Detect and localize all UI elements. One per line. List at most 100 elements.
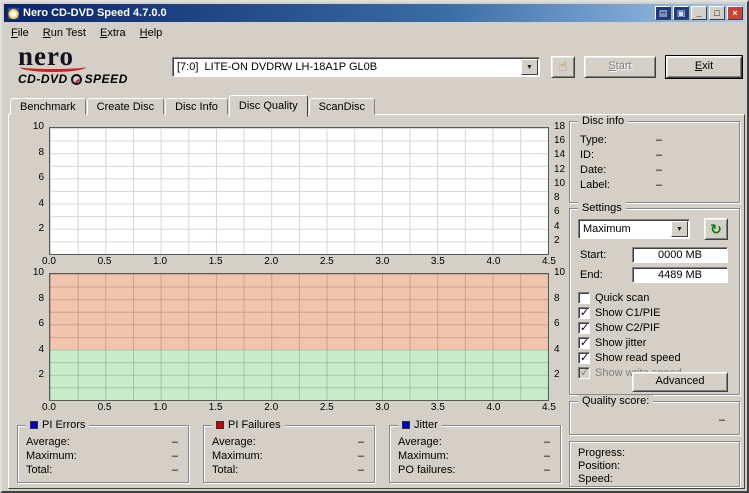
menu-run-test[interactable]: Run Test <box>36 25 93 41</box>
pie-maximum-value: – <box>172 450 178 462</box>
progress-label: Progress: <box>578 447 625 459</box>
jitter-average-value: – <box>544 436 550 448</box>
disc-quality-page: 108642 18161412108642 0.00.51.01.52.02.5… <box>8 114 745 489</box>
pif-total-value: – <box>358 464 364 476</box>
quality-score-title: Quality score: <box>578 395 653 407</box>
start-mb-field[interactable]: 0000 MB <box>632 247 728 263</box>
autostart-hand-button[interactable]: ☝ <box>551 56 575 78</box>
pie-maximum-label: Maximum: <box>26 450 77 462</box>
jitter-title: Jitter <box>414 419 438 431</box>
pi-failures-color-icon <box>216 421 224 429</box>
progress-group: Progress: Position: Speed: <box>569 441 740 487</box>
disc-type-label: Type: <box>580 134 607 146</box>
speed-mode-value: Maximum <box>583 223 631 235</box>
titlebar: Nero CD-DVD Speed 4.7.0.0 ▤ ▣ _ □ × <box>4 4 745 22</box>
pi-failures-title: PI Failures <box>228 419 281 431</box>
refresh-icon: ↻ <box>710 221 722 237</box>
drive-selector[interactable]: [7:0] LITE-ON DVDRW LH-18A1P GL0B ▼ <box>172 57 540 77</box>
show-c2-pif-checkbox[interactable]: Show C2/PIF <box>578 321 660 335</box>
checkbox-icon <box>578 307 590 319</box>
po-failures-label: PO failures: <box>398 464 455 476</box>
ime-pad-icon[interactable]: ▣ <box>673 6 689 20</box>
pi-errors-color-icon <box>30 421 38 429</box>
quality-score-value: – <box>719 414 725 426</box>
end-mb-field[interactable]: 4489 MB <box>632 267 728 283</box>
error-chart-left-axis: 108642 <box>17 127 49 255</box>
tab-scandisc[interactable]: ScanDisc <box>309 98 375 115</box>
tab-disc-quality[interactable]: Disc Quality <box>229 95 308 117</box>
start-mb-label: Start: <box>580 249 606 261</box>
speedometer-icon <box>71 74 82 85</box>
pi-errors-group: PI Errors Average:– Maximum:– Total:– <box>17 425 189 483</box>
show-c1-pie-label: Show C1/PIE <box>595 307 660 319</box>
jitter-color-icon <box>402 421 410 429</box>
quality-zone-chart: 108642 108642 0.00.51.01.52.02.53.03.54.… <box>17 273 577 415</box>
pie-total-value: – <box>172 464 178 476</box>
show-c1-pie-checkbox[interactable]: Show C1/PIE <box>578 306 660 320</box>
logo-cddvd-text: CD-DVD <box>18 72 68 86</box>
show-read-speed-checkbox[interactable]: Show read speed <box>578 351 681 365</box>
end-mb-label: End: <box>580 269 603 281</box>
checkbox-icon <box>578 337 590 349</box>
settings-title: Settings <box>578 202 626 214</box>
jitter-maximum-label: Maximum: <box>398 450 449 462</box>
quality-plot <box>49 273 549 401</box>
disc-label-label: Label: <box>580 179 610 191</box>
disc-id-label: ID: <box>580 149 594 161</box>
disc-date-value: – <box>656 164 662 176</box>
tab-disc-info[interactable]: Disc Info <box>165 98 228 115</box>
quick-scan-checkbox[interactable]: Quick scan <box>578 291 649 305</box>
maximize-button[interactable]: □ <box>709 6 725 20</box>
tab-bar: Benchmark Create Disc Disc Info Disc Qua… <box>10 95 376 115</box>
minimize-button[interactable]: _ <box>691 6 707 20</box>
start-button[interactable]: Start <box>584 56 656 78</box>
disc-type-value: – <box>656 134 662 146</box>
nero-swoosh-icon <box>20 62 86 72</box>
show-c2-pif-label: Show C2/PIF <box>595 322 660 334</box>
ime-keyboard-icon[interactable]: ▤ <box>655 6 671 20</box>
disc-label-value: – <box>656 179 662 191</box>
close-button[interactable]: × <box>727 6 743 20</box>
checkbox-icon <box>578 322 590 334</box>
pif-maximum-value: – <box>358 450 364 462</box>
pif-average-label: Average: <box>212 436 256 448</box>
pi-failures-group: PI Failures Average:– Maximum:– Total:– <box>203 425 375 483</box>
quality-score-group: Quality score: – <box>569 401 740 435</box>
quality-chart-left-axis: 108642 <box>17 273 49 401</box>
quality-chart-x-axis: 0.00.51.01.52.02.53.03.54.04.5 <box>49 401 549 415</box>
pif-maximum-label: Maximum: <box>212 450 263 462</box>
disc-info-group: Disc info Type:– ID:– Date:– Label:– <box>569 121 740 203</box>
jitter-group: Jitter Average:– Maximum:– PO failures:– <box>389 425 561 483</box>
tab-create-disc[interactable]: Create Disc <box>87 98 164 115</box>
position-label: Position: <box>578 460 620 472</box>
menu-bar: File Run Test Extra Help <box>4 24 745 42</box>
refresh-button[interactable]: ↻ <box>704 218 728 240</box>
settings-group: Settings Maximum ▼ ↻ Start: 0000 MB End:… <box>569 208 740 395</box>
pie-average-label: Average: <box>26 436 70 448</box>
disc-id-value: – <box>656 149 662 161</box>
menu-file[interactable]: File <box>4 25 36 41</box>
drive-selector-value: [7:0] LITE-ON DVDRW LH-18A1P GL0B <box>177 61 377 73</box>
advanced-button[interactable]: Advanced <box>632 372 728 392</box>
exit-button[interactable]: Exit <box>666 56 742 78</box>
jitter-average-label: Average: <box>398 436 442 448</box>
checkbox-icon <box>578 292 590 304</box>
hand-pointer-icon: ☝ <box>559 58 568 74</box>
window-title: Nero CD-DVD Speed 4.7.0.0 <box>23 7 655 19</box>
menu-help[interactable]: Help <box>133 25 170 41</box>
pif-average-value: – <box>358 436 364 448</box>
chevron-down-icon[interactable]: ▼ <box>521 59 538 75</box>
menu-extra[interactable]: Extra <box>93 25 133 41</box>
chevron-down-icon[interactable]: ▼ <box>671 221 688 237</box>
error-rate-chart: 108642 18161412108642 0.00.51.01.52.02.5… <box>17 127 577 269</box>
checkbox-icon <box>578 352 590 364</box>
tab-benchmark[interactable]: Benchmark <box>10 98 86 115</box>
pie-average-value: – <box>172 436 178 448</box>
checkbox-icon <box>578 367 590 379</box>
pif-total-label: Total: <box>212 464 238 476</box>
show-jitter-checkbox[interactable]: Show jitter <box>578 336 646 350</box>
pi-errors-title: PI Errors <box>42 419 85 431</box>
jitter-maximum-value: – <box>544 450 550 462</box>
speed-mode-selector[interactable]: Maximum ▼ <box>578 219 690 239</box>
pie-total-label: Total: <box>26 464 52 476</box>
